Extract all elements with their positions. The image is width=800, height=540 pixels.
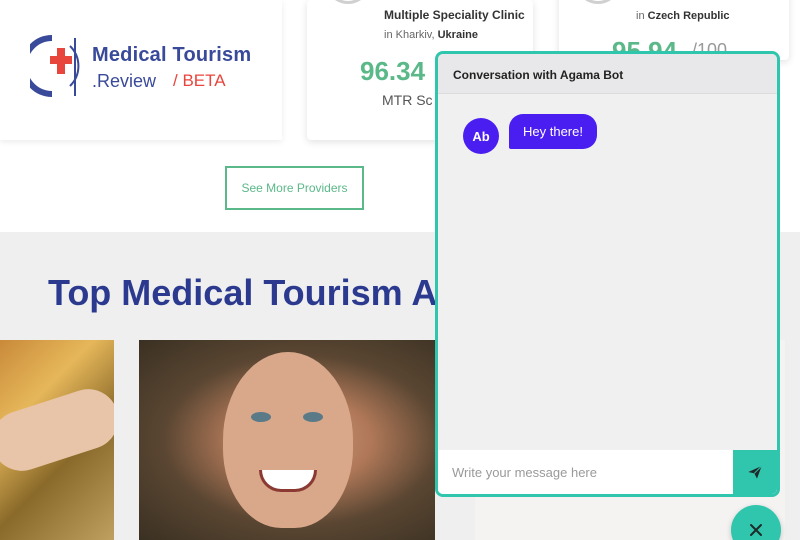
eye-shape [303,412,323,422]
bot-message: Hey there! [509,114,597,149]
location-country: Czech Republic [647,10,730,22]
bot-avatar: Ab [463,118,499,154]
location-prefix: in [636,10,645,22]
brand-name: Medical Tourism [92,44,252,66]
brand-subtitle: .Review [92,71,157,91]
paper-plane-icon [748,465,763,479]
provider-location: in Kharkiv, Ukraine [384,29,478,41]
arm-shape [0,381,114,479]
provider-logo-ring [575,0,621,4]
provider-name: Multiple Speciality Clinic [384,8,525,22]
beta-label: / BETA [173,71,226,90]
location-country: Ukraine [437,29,478,41]
medical-cross-logo-icon [30,35,80,97]
location-prefix: in Kharkiv, [384,29,435,41]
face-shape [223,352,353,528]
article-image[interactable] [139,340,435,540]
chat-title: Conversation with Agama Bot [453,68,624,82]
provider-location: in Czech Republic [636,10,730,22]
chat-message-input[interactable] [438,450,733,494]
score-label: MTR Sc [382,92,433,108]
chat-widget: Conversation with Agama Bot Ab Hey there… [435,51,780,497]
provider-logo-ring [325,0,371,4]
eye-shape [251,412,271,422]
provider-score: 96.34 [360,56,426,86]
see-more-providers-button[interactable]: See More Providers [225,166,364,210]
section-title: Top Medical Tourism A [48,272,438,313]
chat-header: Conversation with Agama Bot [438,54,777,94]
article-image[interactable] [0,340,114,540]
close-icon [750,524,762,536]
chat-input-row [438,450,777,494]
page: Medical Tourism .Review / BETA Multiple … [0,0,800,540]
send-button[interactable] [733,450,777,494]
logo-card[interactable]: Medical Tourism .Review / BETA [0,0,282,140]
